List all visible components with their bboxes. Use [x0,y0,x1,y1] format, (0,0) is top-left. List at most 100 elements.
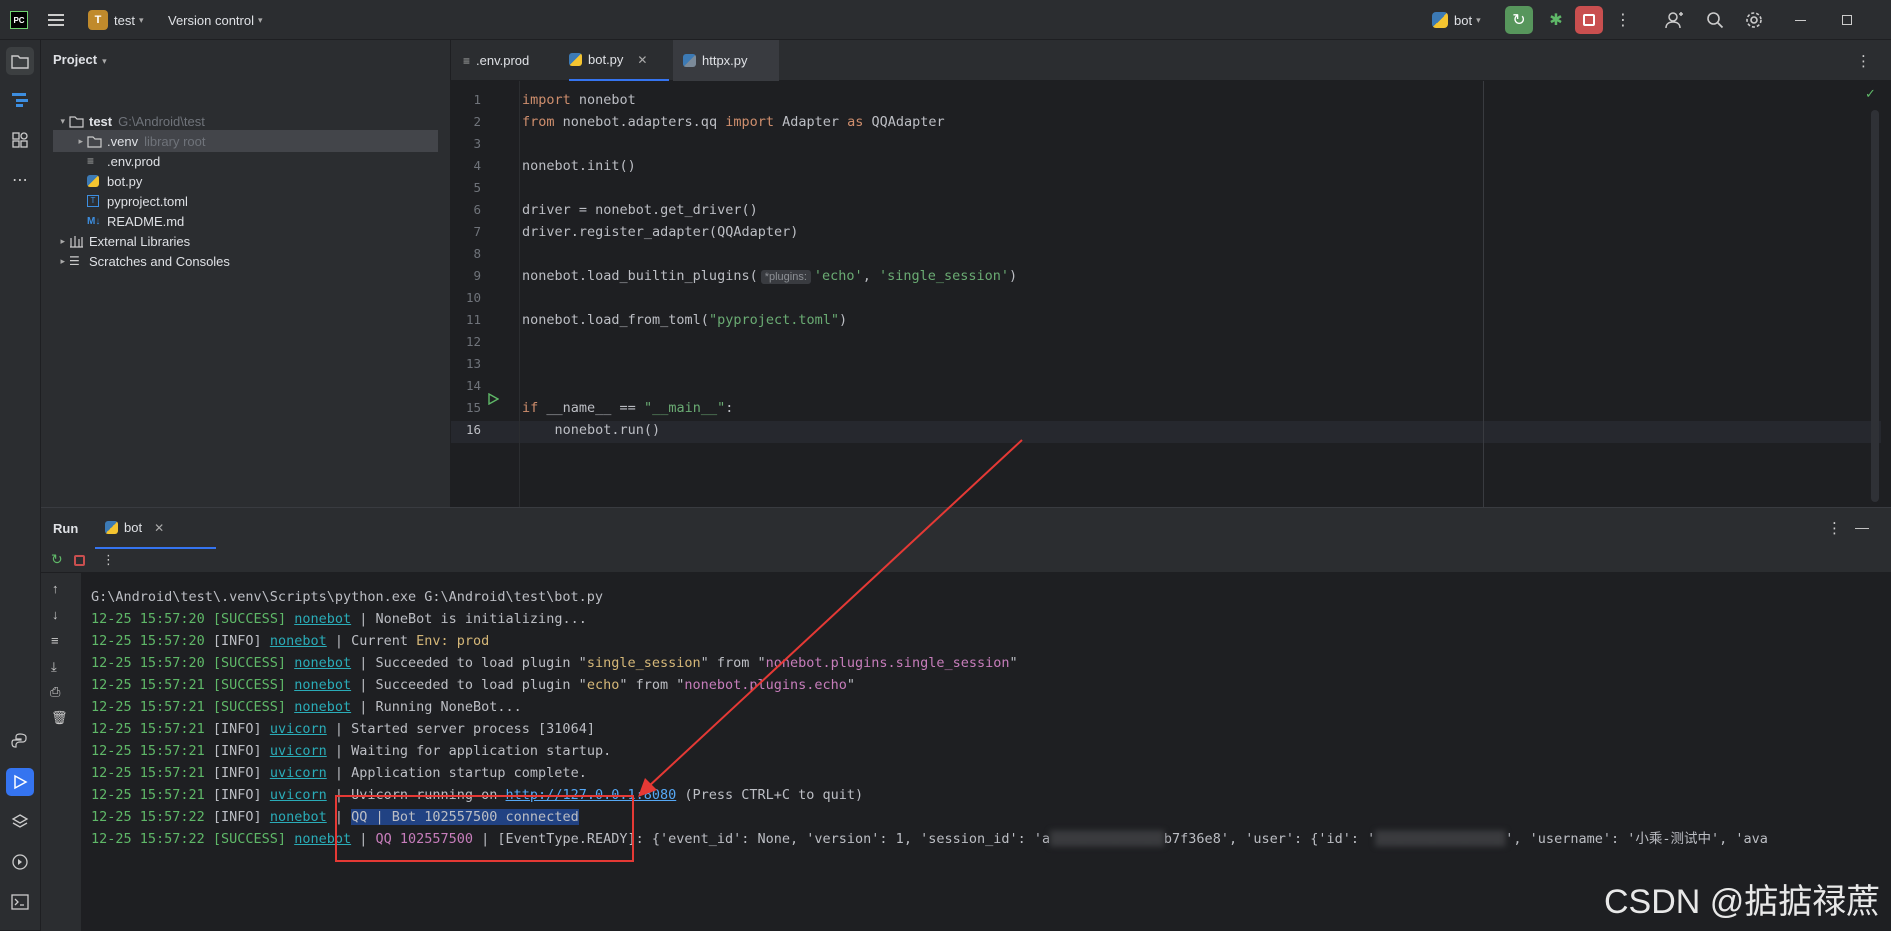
run-tab-bot[interactable]: bot ✕ [95,508,216,549]
tree-item-env-prod[interactable]: ≡ .env.prod [41,150,451,172]
line-number: 7 [473,224,481,239]
more-actions-icon[interactable]: ⋮ [1615,0,1631,40]
run-gutter-icon[interactable] [487,392,500,408]
run-panel-title: Run [53,521,79,536]
close-tab-icon[interactable]: ✕ [637,53,647,67]
console-link[interactable]: nonebot [270,633,327,649]
console-link[interactable]: nonebot [294,831,351,847]
stop-button[interactable] [1575,0,1603,40]
structure-tool-button[interactable] [6,86,34,114]
tree-item-label: pyproject.toml [107,193,188,209]
debug-button[interactable]: ✱ [1542,0,1570,40]
tree-item-external-libraries[interactable]: ▸ External Libraries [41,230,451,252]
print-icon[interactable]: ⎙ [50,684,60,700]
tree-item-test[interactable]: ▾ test G:\Android\test [41,110,451,132]
python-icon [1432,12,1448,28]
services-tool-button[interactable] [6,848,34,876]
editor: ≡ .env.prod bot.py ✕ httpx.py ⋮ ✓ 123456… [451,40,1891,507]
services-icon [12,854,28,870]
console-link[interactable]: nonebot [294,611,351,627]
layers-tool-button[interactable] [6,808,34,836]
line-number: 5 [473,180,481,195]
arrow-down-icon[interactable]: ↓ [52,607,59,622]
close-tab-icon[interactable]: ✕ [154,521,164,535]
project-tool-button[interactable] [6,47,34,75]
console-link[interactable]: nonebot [294,699,351,715]
code-token: as [847,114,872,130]
arrow-up-icon[interactable]: ↑ [52,581,59,596]
console-token: | [351,831,376,847]
folder-icon [11,55,29,69]
chevron-right-icon[interactable]: ▸ [78,136,83,147]
tabs-more-icon[interactable]: ⋮ [1856,40,1871,81]
editor-scrollbar[interactable] [1871,110,1879,502]
run-tool-button[interactable] [6,768,34,796]
line-number: 6 [473,202,481,217]
line-number: 9 [473,268,481,283]
console-link[interactable]: uvicorn [270,721,327,737]
console-link[interactable]: nonebot [270,809,327,825]
tree-item-label: External Libraries [89,233,191,249]
terminal-tool-button[interactable] [6,888,34,916]
lib-icon [69,235,87,248]
vcs-menu[interactable]: Version control ▾ [168,0,263,40]
inspection-ok-icon[interactable]: ✓ [1865,86,1876,102]
code-token: import [725,114,783,130]
chevron-down-icon: ▾ [1476,14,1481,25]
chevron-down-icon[interactable]: ▾ [60,116,65,127]
tree-item-venv[interactable]: ▸ .venv library root [53,130,438,152]
console-log-line: 12-25 15:57:21 [INFO] uvicorn | Uvicorn … [91,784,863,806]
rerun-icon[interactable]: ↻ [51,551,63,568]
console-link[interactable]: uvicorn [270,787,327,803]
tree-item-bot-py[interactable]: bot.py [41,170,451,192]
tree-item-label: Scratches and Consoles [89,253,230,269]
project-switcher[interactable]: T test ▾ [88,0,144,40]
minimize-icon[interactable] [1795,0,1806,40]
tab-env-prod[interactable]: ≡ .env.prod [463,40,559,81]
console-token: 12-25 15:57:20 [ [91,611,222,627]
console-link[interactable]: uvicorn [270,765,327,781]
rerun-button[interactable]: ↻ [1505,0,1533,40]
chevron-right-icon[interactable]: ▸ [60,236,65,247]
scroll-to-end-icon[interactable]: ⤓ [51,659,57,675]
console-log-line: 12-25 15:57:21 [SUCCESS] nonebot | Succe… [91,674,855,696]
code-line: nonebot.load_from_toml("pyproject.toml") [522,312,847,328]
code-line: nonebot.run() [522,422,661,438]
tab-httpx-py[interactable]: httpx.py [673,40,779,81]
console-token: Env: prod [416,633,490,649]
line-number: 3 [473,136,481,151]
chevron-right-icon[interactable]: ▸ [60,256,65,267]
gear-icon[interactable] [1745,0,1763,40]
trash-icon[interactable]: 🗑 [51,710,68,726]
add-user-icon[interactable] [1665,0,1683,40]
tab-bot-py[interactable]: bot.py ✕ [569,40,669,81]
hide-panel-icon[interactable]: — [1855,519,1869,535]
right-margin-guide [1483,81,1484,507]
console-token: | Waiting for application startup. [326,743,612,759]
search-icon[interactable] [1706,0,1724,40]
tree-item-pyproject-toml[interactable]: Tpyproject.toml [41,190,451,212]
console-token: 12-25 15:57:22 [91,809,213,825]
console-link[interactable]: http://127.0.0.1:8080 [506,787,677,803]
console-token: | Running NoneBot... [351,699,522,715]
maximize-icon[interactable] [1842,0,1852,40]
more-tools-icon[interactable]: ⋯ [6,166,34,194]
python-console-icon [11,733,27,748]
tree-item-readme-md[interactable]: M↓ README.md [41,210,451,232]
run-options-icon[interactable]: ⋮ [1827,519,1842,537]
console-link[interactable]: nonebot [294,655,351,671]
soft-wrap-icon[interactable]: ≡ [51,633,59,648]
console-link[interactable]: nonebot [294,677,351,693]
console-link[interactable]: uvicorn [270,743,327,759]
more-icon[interactable]: ⋮ [102,552,115,568]
plugins-tool-button[interactable] [6,126,34,154]
code-token: nonebot [578,92,636,108]
text-file-icon: ≡ [463,53,471,68]
run-config-selector[interactable]: bot ▾ [1432,0,1481,40]
tree-item-label: test [89,113,113,129]
stop-icon[interactable] [74,555,85,566]
tree-item-scratches-and-consoles[interactable]: ▸ ☰ Scratches and Consoles [41,250,451,272]
project-panel-title[interactable]: Project ▾ [53,52,107,67]
python-console-button[interactable] [6,728,34,756]
main-menu-icon[interactable] [48,0,64,40]
